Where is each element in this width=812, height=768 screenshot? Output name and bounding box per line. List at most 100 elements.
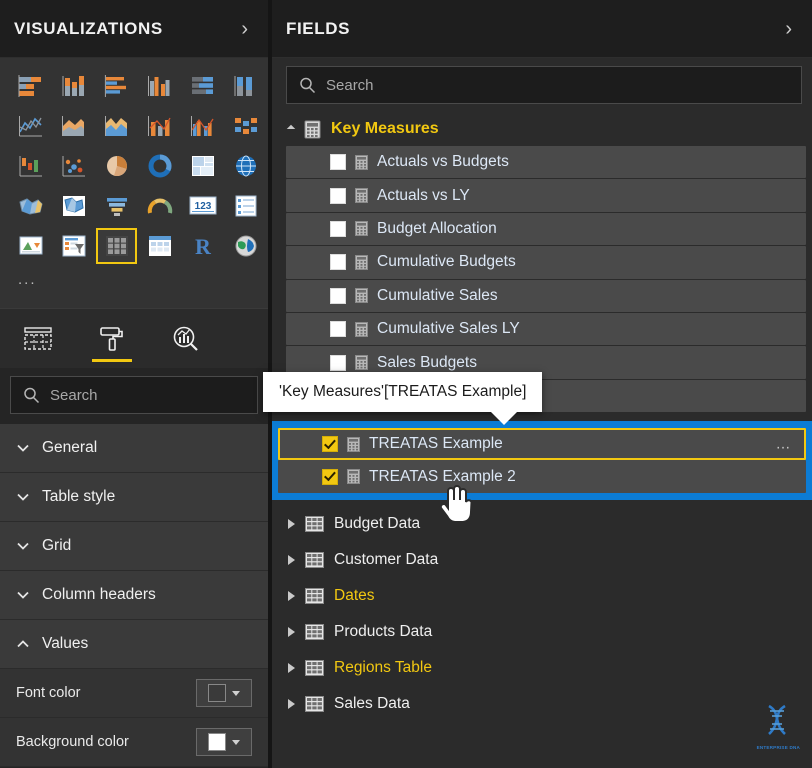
field-more-options-icon[interactable]: … [776,436,793,453]
field-tooltip: 'Key Measures'[TREATAS Example] [263,372,543,425]
viz-icon-matrix-visual[interactable] [139,228,180,264]
viz-icon-scatter-chart[interactable] [53,148,94,184]
table-row-customer-data[interactable]: Customer Data [272,542,812,578]
viz-icon-donut-chart[interactable] [139,148,180,184]
chevron-down-icon [232,690,240,696]
field-row-actuals-vs-ly[interactable]: Actuals vs LY [286,179,806,212]
tab-analytics[interactable] [162,316,210,362]
viz-icon-100-stacked-column-chart[interactable] [225,68,266,104]
table-row-products-data[interactable]: Products Data [272,614,812,650]
chevron-right-icon[interactable]: › [237,17,252,41]
viz-icon-line-chart[interactable] [10,108,51,144]
field-label: Cumulative Sales LY [377,320,520,338]
table-row-regions-table[interactable]: Regions Table [272,650,812,686]
field-row-treatas-example-2[interactable]: TREATAS Example 2 [278,460,806,493]
tab-format[interactable] [88,316,136,362]
format-section-values[interactable]: Values [0,620,268,669]
format-section-table-style[interactable]: Table style [0,473,268,522]
measure-calculator-icon [347,469,360,485]
fields-search-input[interactable]: Search [286,66,802,104]
field-checkbox[interactable] [330,354,346,371]
chevron-down-icon [17,591,29,599]
field-label: TREATAS Example 2 [369,467,516,485]
field-row-cumulative-sales[interactable]: Cumulative Sales [286,279,806,312]
viz-icon-line-clustered-column-chart[interactable] [182,108,223,144]
viz-icon-stacked-bar-chart[interactable] [10,68,51,104]
field-row-cumulative-sales-ly[interactable]: Cumulative Sales LY [286,312,806,346]
viz-icon-ribbon-chart[interactable] [225,108,266,144]
format-section-label: Column headers [42,586,156,603]
table-icon [305,696,324,712]
watermark-text: ENTERPRISE DNA [756,745,800,750]
table-row-budget-data[interactable]: Budget Data [272,506,812,542]
table-label: Regions Table [334,659,432,676]
field-label: Budget Allocation [377,219,497,237]
format-section-label: Values [42,635,89,652]
viz-icon-treemap[interactable] [182,148,223,184]
fields-tree: Key Measures Actuals vs Budgets Actuals … [272,112,812,768]
field-checkbox[interactable] [330,154,346,171]
field-checkbox[interactable] [330,220,346,237]
format-section-general[interactable]: General [0,424,268,473]
field-checkbox-checked[interactable] [322,468,338,485]
chevron-right-icon[interactable]: › [781,17,796,41]
chevron-down-icon [17,493,29,501]
viz-icon-gauge-chart[interactable] [139,188,180,224]
viz-icon-funnel-chart[interactable] [96,188,137,224]
table-label: Sales Data [334,695,410,712]
field-row-actuals-vs-budgets[interactable]: Actuals vs Budgets [286,146,806,179]
measure-calculator-icon [355,288,368,304]
values-background-color-row: Background color [0,718,268,767]
viz-icon-multi-row-card[interactable] [225,188,266,224]
measure-calculator-icon [355,188,368,204]
viz-icon-shape-map[interactable] [53,188,94,224]
table-row-sales-data[interactable]: Sales Data [272,686,812,722]
field-checkbox[interactable] [330,187,346,204]
format-section-column-headers[interactable]: Column headers [0,571,268,620]
viz-icon-stacked-column-chart[interactable] [53,68,94,104]
viz-icon-r-script-visual[interactable]: R [182,228,223,264]
fields-search-container: Search [272,58,812,112]
viz-icon-stacked-area-chart[interactable] [96,108,137,144]
format-section-label: Grid [42,537,72,554]
viz-icon-filled-map[interactable] [10,188,51,224]
selected-fields-block: TREATAS Example … TREATAS Example 2 [272,422,812,499]
viz-icon-card-123[interactable]: 123 [182,188,223,224]
fields-search-placeholder: Search [326,76,374,94]
viz-icon-map[interactable] [225,148,266,184]
tooltip-text: 'Key Measures'[TREATAS Example] [279,383,527,400]
field-row-treatas-example[interactable]: TREATAS Example … [278,428,806,461]
tree-group-key-measures[interactable]: Key Measures [272,112,812,146]
font-color-picker[interactable] [196,679,252,707]
viz-icon-100-stacked-bar-chart[interactable] [182,68,223,104]
viz-icon-area-chart[interactable] [53,108,94,144]
measure-calculator-icon [355,355,368,371]
field-label: Actuals vs Budgets [377,153,509,171]
viz-icon-arcgis-map[interactable] [225,228,266,264]
format-search-input[interactable]: Search [10,376,258,414]
triangle-collapsed-icon [288,555,295,565]
field-row-budget-allocation[interactable]: Budget Allocation [286,212,806,246]
viz-icon-slicer[interactable] [53,228,94,264]
table-row-dates[interactable]: Dates [272,578,812,614]
field-checkbox[interactable] [330,287,346,304]
field-checkbox[interactable] [330,321,346,338]
more-visuals-button[interactable]: ... [10,268,266,290]
viz-icon-waterfall-chart[interactable] [10,148,51,184]
font-color-swatch [208,684,226,702]
viz-icon-clustered-bar-chart[interactable] [96,68,137,104]
tab-fields[interactable] [14,316,62,362]
viz-icon-table-visual[interactable] [96,228,137,264]
viz-icon-clustered-column-chart[interactable] [139,68,180,104]
format-section-grid[interactable]: Grid [0,522,268,571]
format-section-label: Table style [42,488,116,505]
viz-icon-line-stacked-column-chart[interactable] [139,108,180,144]
background-color-picker[interactable] [196,728,252,756]
field-row-cumulative-budgets[interactable]: Cumulative Budgets [286,246,806,279]
field-checkbox-checked[interactable] [322,436,338,453]
measure-calculator-icon [355,154,368,170]
watermark-logo: ENTERPRISE DNA [757,703,800,750]
viz-icon-kpi[interactable] [10,228,51,264]
viz-icon-pie-chart[interactable] [96,148,137,184]
field-checkbox[interactable] [330,254,346,271]
